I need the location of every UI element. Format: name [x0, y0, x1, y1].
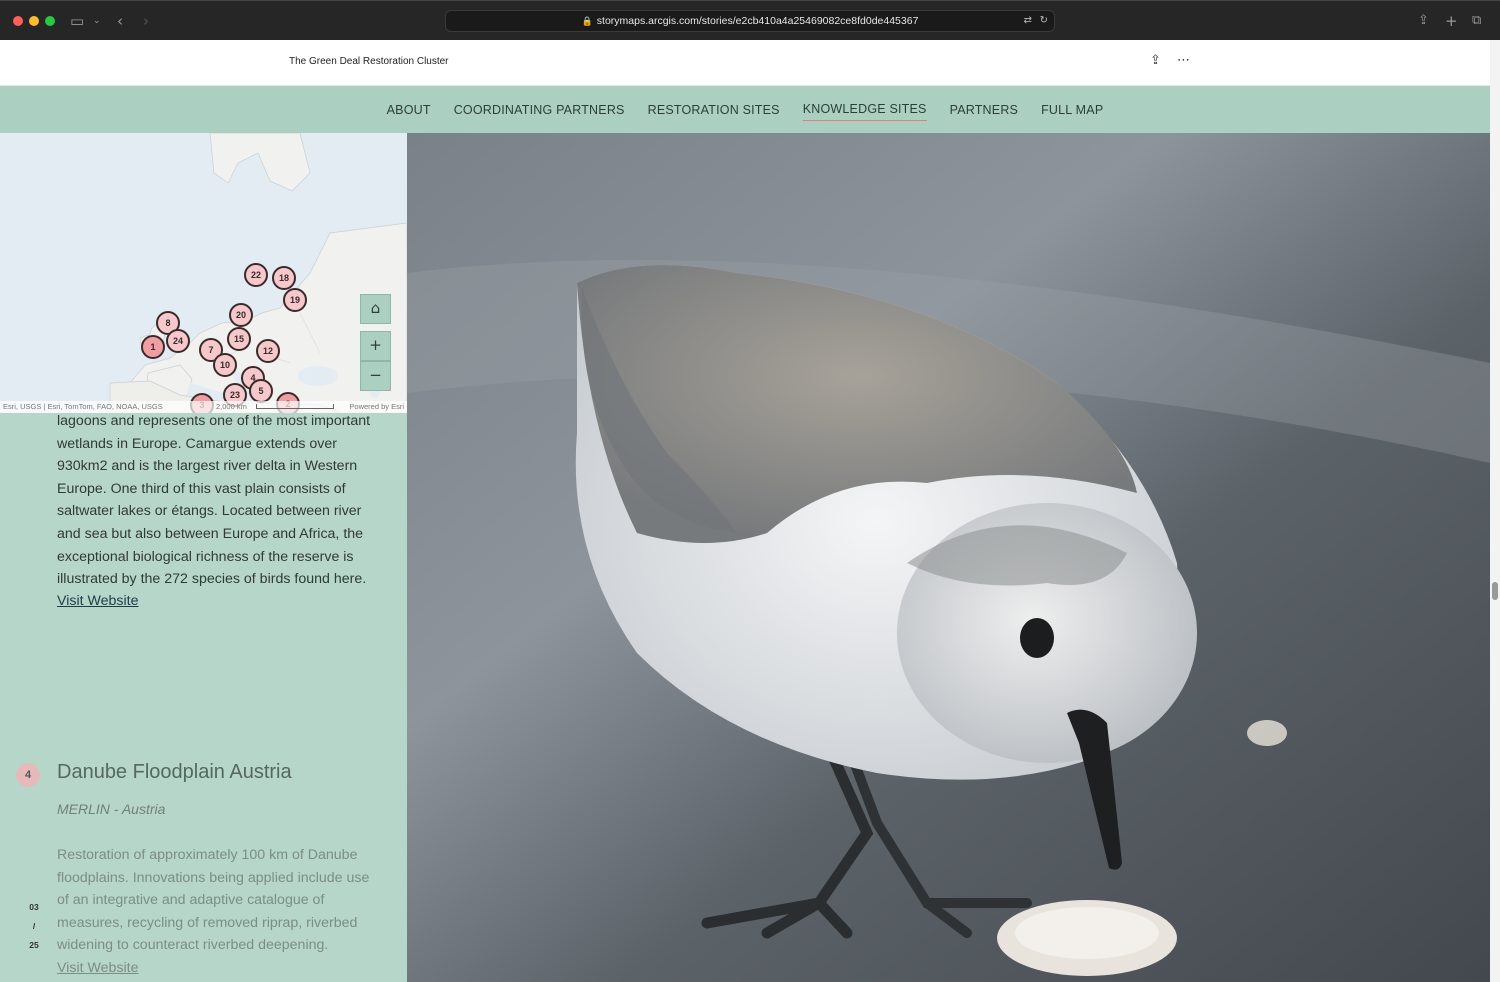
map-view[interactable]: 22 18 19 8 20 1 24 7 15 12 10 4 23 5 3 2… — [0, 133, 407, 413]
map-cluster-18[interactable]: 18 — [272, 266, 296, 290]
home-icon: ⌂ — [370, 299, 381, 317]
close-window-button[interactable] — [13, 16, 23, 26]
map-cluster-22[interactable]: 22 — [244, 263, 268, 287]
lock-icon: 🔒 — [581, 16, 593, 26]
map-cluster-10[interactable]: 10 — [213, 353, 237, 377]
slide-counter-current: 03 — [29, 902, 39, 912]
map-cluster-20[interactable]: 20 — [229, 303, 253, 327]
sanderling-photo — [407, 133, 1490, 982]
reload-icon[interactable]: ↻ — [1040, 11, 1048, 31]
sidecar-panel: 22 18 19 8 20 1 24 7 15 12 10 4 23 5 3 2… — [0, 133, 407, 982]
minimize-window-button[interactable] — [29, 16, 39, 26]
media-panel-photo — [407, 133, 1490, 982]
tab-overview-icon[interactable]: ⧉ — [1472, 11, 1481, 31]
map-cluster-15[interactable]: 15 — [227, 327, 251, 351]
browser-toolbar: ▭ ⌄ ‹ › 🔒 storymaps.arcgis.com/stories/e2… — [0, 0, 1500, 40]
nav-item-restoration-sites[interactable]: RESTORATION SITES — [648, 99, 780, 121]
map-scale-bar — [256, 404, 334, 409]
sidebar-toggle-icon[interactable]: ▭ — [70, 11, 84, 31]
map-basemap — [0, 133, 407, 413]
nav-item-coordinating-partners[interactable]: COORDINATING PARTNERS — [454, 99, 625, 121]
visit-website-link[interactable]: Visit Website — [57, 590, 377, 613]
url-text: storymaps.arcgis.com/stories/e2cb410a4a2… — [596, 15, 919, 27]
page-scrollbar[interactable] — [1490, 40, 1500, 982]
nav-item-partners[interactable]: PARTNERS — [950, 99, 1019, 121]
map-zoom-in-button[interactable]: + — [360, 331, 391, 361]
nav-item-about[interactable]: ABOUT — [387, 99, 431, 121]
story-navigation: ABOUT COORDINATING PARTNERS RESTORATION … — [0, 86, 1490, 133]
map-zoom-out-button[interactable]: − — [360, 361, 391, 391]
plus-icon: + — [369, 336, 382, 354]
story-title: The Green Deal Restoration Cluster — [289, 56, 449, 67]
maximize-window-button[interactable] — [45, 16, 55, 26]
site-description: lagoons and represents one of the most i… — [57, 413, 371, 588]
map-home-button[interactable]: ⌂ — [360, 294, 391, 324]
minus-icon: − — [369, 366, 382, 384]
site-title: Danube Floodplain Austria — [57, 761, 292, 783]
visit-website-link-2[interactable]: Visit Website — [57, 957, 377, 980]
site-description-2: Restoration of approximately 100 km of D… — [57, 847, 370, 954]
map-cluster-1[interactable]: 1 — [141, 335, 165, 359]
more-options-icon[interactable]: ⋯ — [1177, 53, 1190, 68]
nav-item-full-map[interactable]: FULL MAP — [1041, 99, 1103, 121]
map-cluster-24[interactable]: 24 — [166, 329, 190, 353]
address-bar[interactable]: 🔒 storymaps.arcgis.com/stories/e2cb410a4a… — [445, 10, 1055, 32]
back-icon[interactable]: ‹ — [117, 11, 123, 31]
map-cluster-12[interactable]: 12 — [256, 339, 280, 363]
page-scrollbar-thumb[interactable] — [1492, 582, 1498, 600]
nav-item-knowledge-sites[interactable]: KNOWLEDGE SITES — [802, 98, 927, 121]
site-number-badge[interactable]: 4 — [16, 763, 40, 787]
slide-counter-separator: / — [32, 921, 36, 931]
share-icon[interactable]: ⇪ — [1150, 53, 1161, 68]
map-cluster-5[interactable]: 5 — [249, 379, 273, 403]
site-subtitle: MERLIN - Austria — [57, 801, 166, 817]
chevron-down-icon[interactable]: ⌄ — [93, 11, 101, 31]
forward-icon[interactable]: › — [143, 11, 149, 31]
translate-icon[interactable]: ⇄ — [1024, 11, 1032, 31]
story-header: The Green Deal Restoration Cluster ⇪ ⋯ — [0, 40, 1490, 86]
slide-counter-total: 25 — [29, 940, 39, 950]
share-icon[interactable]: ⇪ — [1418, 11, 1429, 31]
new-tab-icon[interactable]: + — [1445, 11, 1458, 31]
map-cluster-19[interactable]: 19 — [283, 288, 307, 312]
